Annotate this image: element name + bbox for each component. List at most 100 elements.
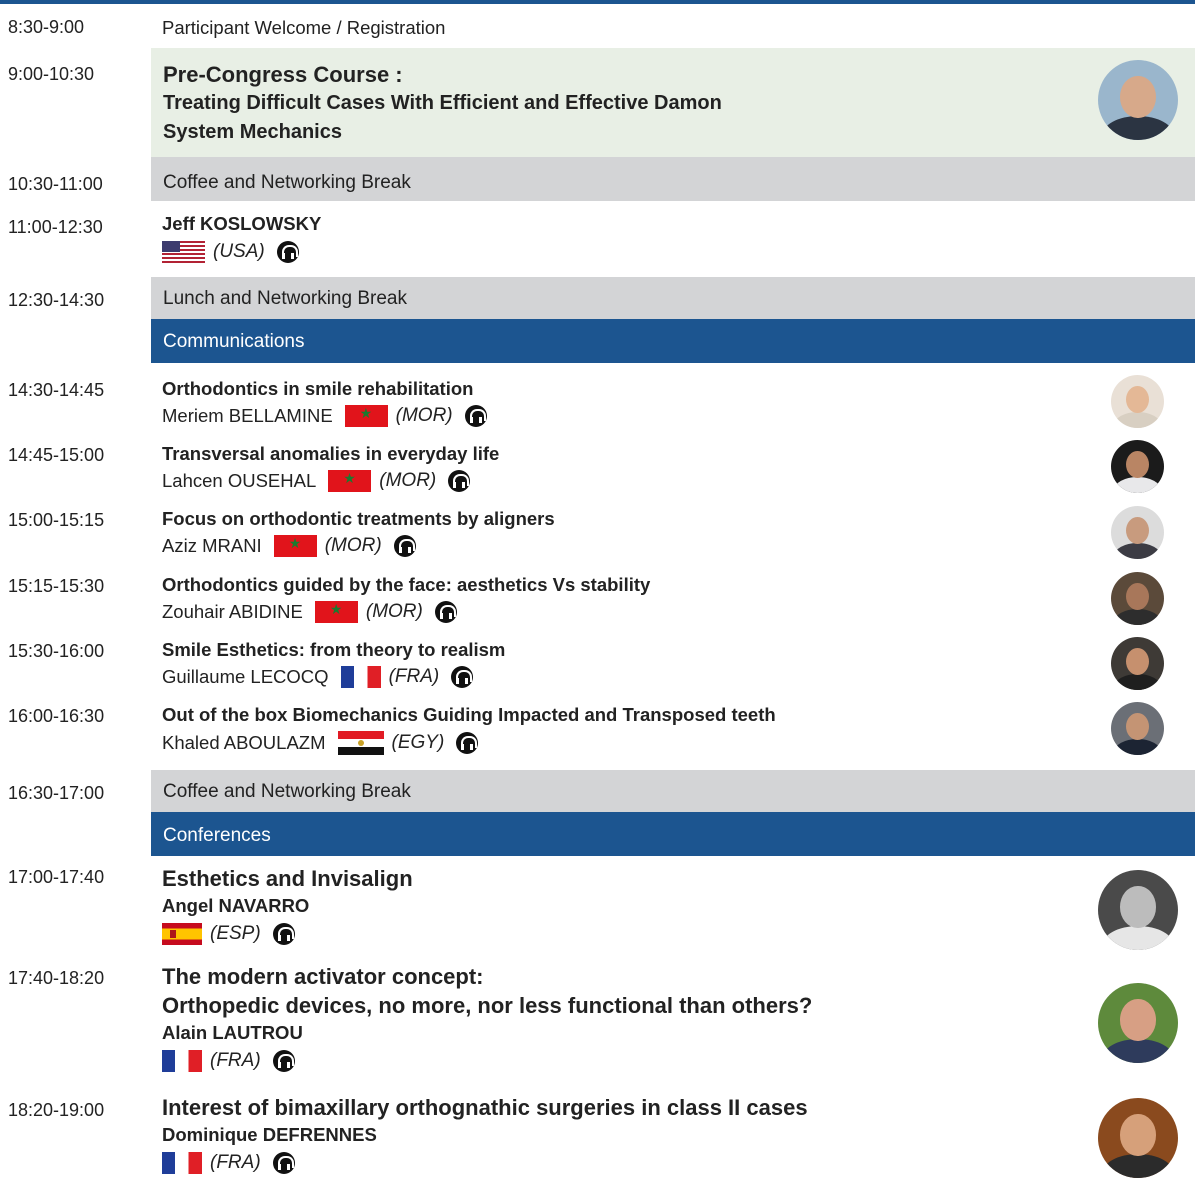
time-slot: 16:30-17:00 [8, 783, 105, 803]
time-slot: 16:00-16:30 [8, 706, 105, 726]
time-slot: 17:00-17:40 [8, 867, 105, 887]
agenda-row: 17:00-17:40 Esthetics and Invisalign Ang… [0, 856, 1195, 960]
agenda-row: 16:30-17:00 Coffee and Networking Break [0, 770, 1195, 812]
break-label: Coffee and Networking Break [163, 172, 411, 193]
time-slot: 15:15-15:30 [8, 576, 105, 596]
headphones-icon [434, 601, 457, 623]
speaker-photo [1098, 60, 1178, 140]
time-slot: 12:30-14:30 [8, 290, 105, 310]
headphones-icon [448, 470, 471, 492]
flag-spain [162, 923, 202, 945]
headphones-icon [272, 1152, 295, 1174]
time-slot: 18:20-19:00 [8, 1100, 105, 1120]
talk-title: Focus on orthodontic treatments by align… [162, 508, 555, 529]
course-subtitle: System Mechanics [163, 121, 342, 143]
break-band: Coffee and Networking Break [151, 157, 1195, 201]
speaker-photo [1098, 1098, 1178, 1178]
time-slot: 9:00-10:30 [8, 64, 95, 84]
time-slot: 17:40-18:20 [8, 968, 105, 988]
speaker-name: Meriem BELLAMINE [162, 405, 333, 426]
talk-title: Out of the box Biomechanics Guiding Impa… [162, 704, 776, 725]
section-band: Communications [151, 319, 1195, 363]
talk-title: Smile Esthetics: from theory to realism [162, 639, 506, 660]
time-slot: 14:30-14:45 [8, 380, 105, 400]
course-band: Pre-Congress Course : Treating Difficult… [151, 48, 1195, 157]
agenda-row: 11:00-12:30 Jeff KOSLOWSKY (USA) [0, 201, 1195, 277]
agenda-row: 18:20-19:00 Interest of bimaxillary orth… [0, 1090, 1195, 1178]
agenda-row: 10:30-11:00 Coffee and Networking Break [0, 157, 1195, 201]
flag-morocco [344, 405, 388, 427]
time-slot: 15:30-16:00 [8, 641, 105, 661]
agenda-row: 15:00-15:15 Focus on orthodontic treatme… [0, 500, 1195, 565]
agenda-row: 12:30-14:30 Lunch and Networking Break [0, 277, 1195, 319]
agenda-row: 17:40-18:20 The modern activator concept… [0, 960, 1195, 1088]
flag-france [162, 1152, 202, 1174]
speaker-photo [1098, 870, 1178, 950]
headphones-icon [272, 923, 295, 945]
flag-egypt [337, 731, 384, 755]
country-code: (FRA) [388, 666, 440, 687]
speaker-photo [1111, 375, 1164, 428]
agenda-label: Participant Welcome / Registration [162, 17, 446, 38]
agenda-row: 9:00-10:30 Pre-Congress Course : Treatin… [0, 48, 1195, 157]
speaker-name: Angel NAVARRO [162, 895, 310, 916]
flag-morocco [273, 535, 317, 557]
time-slot: 14:45-15:00 [8, 445, 105, 465]
break-label: Coffee and Networking Break [163, 781, 411, 802]
country-code: (FRA) [210, 1050, 261, 1071]
speaker-name: Guillaume LECOCQ [162, 666, 329, 687]
speaker-name: Dominique DEFRENNES [162, 1124, 377, 1145]
agenda-row: 15:30-16:00 Smile Esthetics: from theory… [0, 631, 1195, 696]
headphones-icon [456, 732, 479, 754]
flag-usa [162, 241, 205, 263]
country-code: (MOR) [395, 405, 453, 426]
speaker-name: Aziz MRANI [162, 535, 262, 556]
talk-title: Orthodontics guided by the face: aesthet… [162, 574, 651, 595]
time-slot: 8:30-9:00 [8, 17, 85, 37]
speaker-photo [1111, 702, 1164, 755]
talk-title: Orthopedic devices, no more, nor less fu… [162, 993, 813, 1018]
speaker-photo [1111, 572, 1164, 625]
country-code: (MOR) [365, 601, 423, 622]
section-header: Conferences [0, 812, 1195, 856]
agenda-row: 15:15-15:30 Orthodontics guided by the f… [0, 566, 1195, 631]
section-header: Communications [0, 319, 1195, 363]
break-label: Lunch and Networking Break [163, 288, 407, 309]
time-slot: 10:30-11:00 [8, 174, 103, 194]
talk-title: Transversal anomalies in everyday life [162, 443, 500, 464]
course-title: Pre-Congress Course : [163, 62, 403, 87]
speaker-name: Jeff KOSLOWSKY [162, 213, 322, 234]
headphones-icon [451, 666, 474, 688]
agenda-row: 8:30-9:00 Participant Welcome / Registra… [0, 4, 1195, 48]
country-code: (MOR) [379, 470, 437, 491]
talk-title: Esthetics and Invisalign [162, 866, 413, 891]
course-subtitle: Treating Difficult Cases With Efficient … [163, 92, 722, 114]
speaker-name: Lahcen OUSEHAL [162, 470, 317, 491]
speaker-name: Alain LAUTROU [162, 1022, 303, 1043]
headphones-icon [393, 535, 416, 557]
talk-title: Interest of bimaxillary orthognathic sur… [162, 1095, 808, 1120]
flag-morocco [314, 601, 358, 623]
speaker-name: Khaled ABOULAZM [162, 732, 326, 753]
time-slot: 11:00-12:30 [8, 217, 103, 237]
headphones-icon [276, 241, 299, 263]
section-label: Communications [163, 331, 305, 352]
break-band: Coffee and Networking Break [151, 770, 1195, 812]
talk-title: Orthodontics in smile rehabilitation [162, 378, 474, 399]
flag-france [162, 1050, 202, 1072]
talk-title: The modern activator concept: [162, 964, 484, 989]
agenda-row: 14:30-14:45 Orthodontics in smile rehabi… [0, 370, 1195, 434]
flag-france [340, 666, 381, 688]
country-code: (USA) [213, 241, 265, 262]
country-code: (FRA) [210, 1152, 261, 1173]
speaker-photo [1098, 983, 1178, 1063]
country-code: (ESP) [210, 923, 261, 944]
headphones-icon [464, 405, 487, 427]
speaker-photo [1111, 506, 1164, 559]
country-code: (MOR) [324, 535, 382, 556]
speaker-photo [1111, 637, 1164, 690]
agenda-row: 14:45-15:00 Transversal anomalies in eve… [0, 435, 1195, 500]
agenda-row: 16:00-16:30 Out of the box Biomechanics … [0, 696, 1195, 766]
country-code: (EGY) [391, 732, 445, 753]
section-label: Conferences [163, 825, 271, 846]
